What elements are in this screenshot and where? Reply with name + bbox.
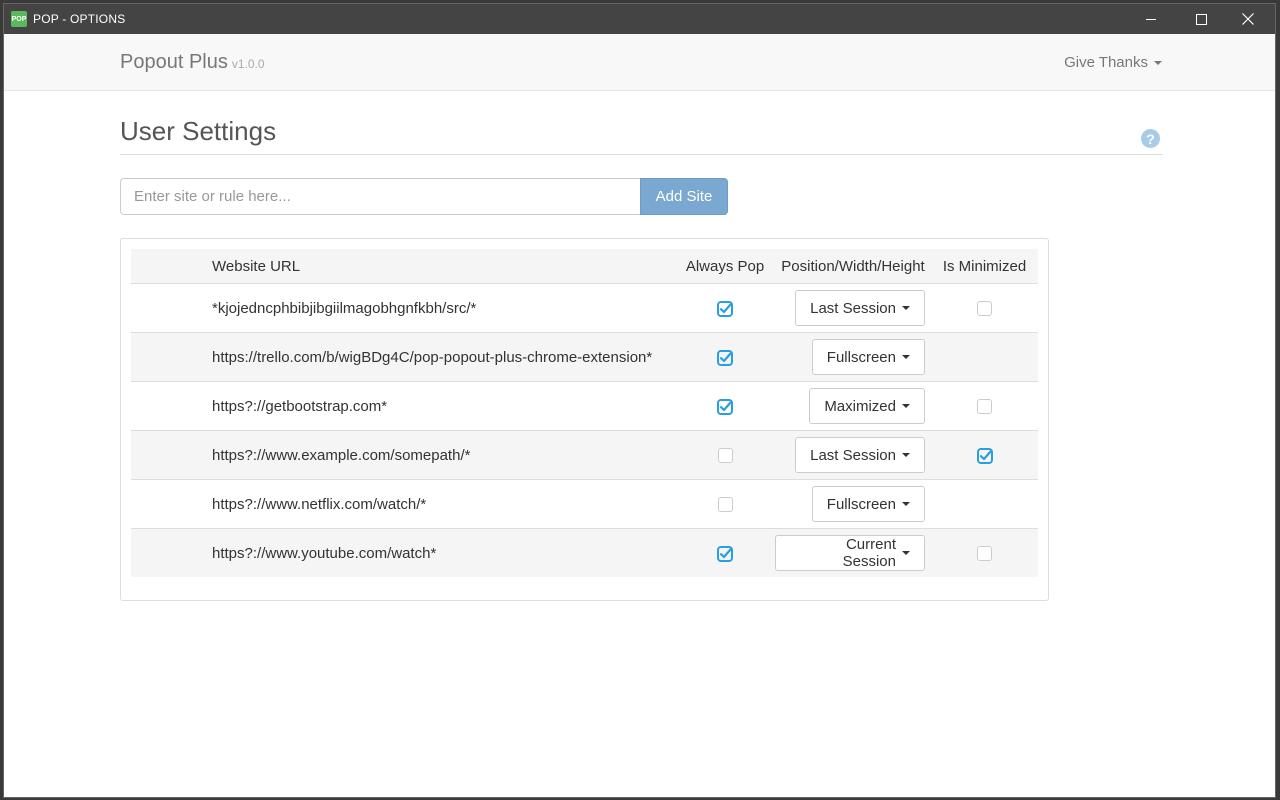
title-bar: POP POP - OPTIONS bbox=[4, 4, 1275, 34]
position-label: Fullscreen bbox=[826, 495, 896, 513]
position-label: Fullscreen bbox=[826, 348, 896, 366]
caret-down-icon bbox=[902, 306, 910, 310]
is-minimized-cell bbox=[931, 430, 1038, 480]
website-url-cell: https?://getbootstrap.com* bbox=[212, 381, 675, 431]
table-row: https?://www.netflix.com/watch/* Fullscre… bbox=[131, 479, 1038, 529]
is-minimized-checkbox[interactable] bbox=[977, 546, 992, 562]
page-header: User Settings ? bbox=[120, 118, 1163, 155]
table-row: https?://www.youtube.com/watch* Current S… bbox=[131, 528, 1038, 577]
always-pop-checkbox[interactable] bbox=[717, 497, 733, 513]
caret-down-icon bbox=[902, 355, 910, 359]
is-minimized-checkbox-checked[interactable] bbox=[976, 447, 993, 464]
header-position: Position/Width/Height bbox=[775, 249, 931, 284]
is-minimized-checkbox[interactable] bbox=[977, 399, 992, 415]
row-spacer bbox=[131, 332, 212, 382]
always-pop-cell bbox=[675, 283, 775, 333]
sites-panel: Website URL Always Pop Position/Width/He… bbox=[120, 238, 1049, 601]
minimize-button[interactable] bbox=[1128, 4, 1174, 34]
position-dropdown[interactable]: Last Session bbox=[795, 290, 925, 326]
position-cell: Last Session bbox=[775, 430, 931, 480]
position-label: Last Session bbox=[810, 299, 896, 317]
position-dropdown[interactable]: Fullscreen bbox=[811, 339, 925, 375]
app-icon: POP bbox=[11, 11, 27, 27]
add-site-form: Add Site bbox=[120, 178, 728, 215]
website-url-cell: *kjojedncphbibjibgiilmagobhgnfkbh/src/* bbox=[212, 283, 675, 333]
position-dropdown[interactable]: Maximized bbox=[809, 388, 925, 424]
position-cell: Fullscreen bbox=[775, 479, 931, 529]
header-spacer bbox=[131, 249, 212, 284]
always-pop-cell bbox=[675, 381, 775, 431]
row-spacer bbox=[131, 528, 212, 577]
row-spacer bbox=[131, 430, 212, 480]
position-label: Last Session bbox=[810, 446, 896, 464]
position-dropdown[interactable]: Current Session bbox=[775, 535, 925, 571]
header-website-url: Website URL bbox=[212, 249, 675, 284]
position-label: Maximized bbox=[824, 397, 896, 415]
table-row: https://trello.com/b/wigBDg4C/pop-popout… bbox=[131, 332, 1038, 382]
minimize-icon bbox=[1146, 18, 1156, 20]
header-is-minimized: Is Minimized bbox=[931, 249, 1038, 284]
always-pop-checkbox[interactable] bbox=[717, 448, 733, 464]
position-cell: Fullscreen bbox=[775, 332, 931, 382]
position-cell: Last Session bbox=[775, 283, 931, 333]
version-label: v1.0.0 bbox=[231, 57, 265, 71]
always-pop-cell bbox=[675, 528, 775, 577]
position-cell: Maximized bbox=[775, 381, 931, 431]
website-url-cell: https://trello.com/b/wigBDg4C/pop-popout… bbox=[212, 332, 675, 382]
position-label: Current Session bbox=[842, 536, 896, 570]
window-title: POP - OPTIONS bbox=[33, 12, 126, 26]
website-url-cell: https?://www.youtube.com/watch* bbox=[212, 528, 675, 577]
always-pop-cell bbox=[675, 430, 775, 480]
table-row: *kjojedncphbibjibgiilmagobhgnfkbh/src/* L… bbox=[131, 283, 1038, 333]
always-pop-cell bbox=[675, 332, 775, 382]
website-url-cell: https?://www.netflix.com/watch/* bbox=[212, 479, 675, 529]
give-thanks-label: Give Thanks bbox=[1064, 54, 1148, 71]
caret-down-icon bbox=[902, 502, 910, 506]
always-pop-cell bbox=[675, 479, 775, 529]
position-dropdown[interactable]: Last Session bbox=[795, 437, 925, 473]
position-cell: Current Session bbox=[775, 528, 931, 577]
is-minimized-cell bbox=[931, 479, 1038, 529]
is-minimized-cell bbox=[931, 381, 1038, 431]
add-site-button[interactable]: Add Site bbox=[640, 178, 728, 215]
table-row: https?://getbootstrap.com* Maximized bbox=[131, 381, 1038, 431]
always-pop-checkbox-checked[interactable] bbox=[717, 349, 733, 366]
sites-table: Website URL Always Pop Position/Width/He… bbox=[131, 249, 1038, 577]
page-title: User Settings bbox=[120, 116, 277, 146]
give-thanks-dropdown[interactable]: Give Thanks bbox=[1064, 54, 1162, 71]
always-pop-checkbox-checked[interactable] bbox=[717, 398, 733, 415]
close-icon bbox=[1242, 13, 1254, 25]
row-spacer bbox=[131, 479, 212, 529]
site-rule-input[interactable] bbox=[120, 178, 640, 215]
caret-down-icon bbox=[902, 551, 910, 555]
is-minimized-checkbox[interactable] bbox=[977, 301, 992, 317]
header-always-pop: Always Pop bbox=[675, 249, 775, 284]
website-url-cell: https?://www.example.com/somepath/* bbox=[212, 430, 675, 480]
caret-down-icon bbox=[1154, 60, 1162, 65]
maximize-icon bbox=[1195, 13, 1207, 25]
navbar: Popout Plus v1.0.0 Give Thanks bbox=[4, 34, 1275, 91]
always-pop-checkbox-checked[interactable] bbox=[717, 545, 733, 562]
brand[interactable]: Popout Plus v1.0.0 bbox=[120, 51, 265, 74]
row-spacer bbox=[131, 381, 212, 431]
table-header-row: Website URL Always Pop Position/Width/He… bbox=[131, 249, 1038, 284]
brand-name: Popout Plus bbox=[120, 51, 228, 73]
row-spacer bbox=[131, 283, 212, 333]
help-icon[interactable]: ? bbox=[1141, 129, 1160, 148]
is-minimized-cell bbox=[931, 332, 1038, 382]
maximize-button[interactable] bbox=[1178, 4, 1224, 34]
caret-down-icon bbox=[902, 453, 910, 457]
always-pop-checkbox-checked[interactable] bbox=[717, 300, 733, 317]
close-button[interactable] bbox=[1225, 4, 1271, 34]
is-minimized-cell bbox=[931, 283, 1038, 333]
options-window: POP POP - OPTIONS Popout Plus v1.0.0 Give… bbox=[3, 3, 1276, 798]
position-dropdown[interactable]: Fullscreen bbox=[811, 486, 925, 522]
table-row: https?://www.example.com/somepath/* Last … bbox=[131, 430, 1038, 480]
caret-down-icon bbox=[902, 404, 910, 408]
is-minimized-cell bbox=[931, 528, 1038, 577]
